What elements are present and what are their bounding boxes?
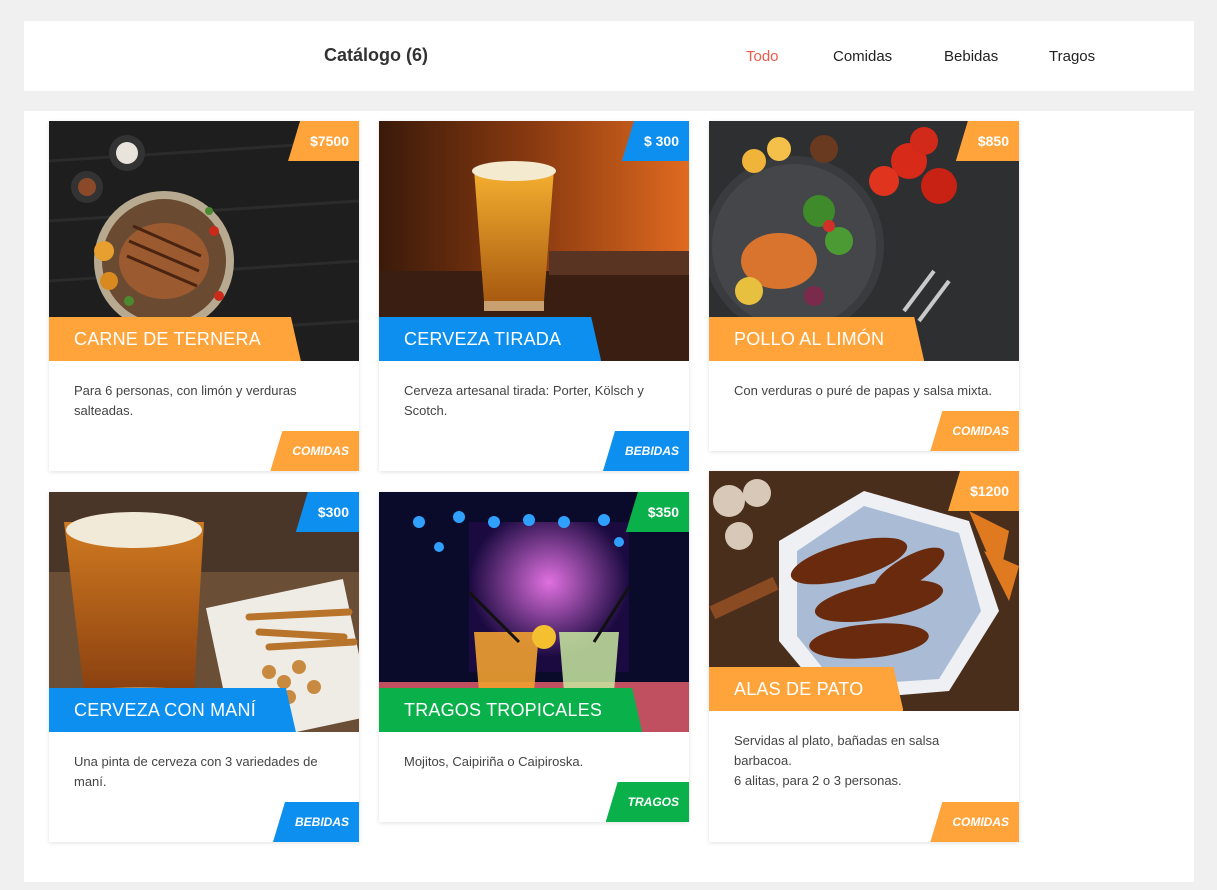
product-name: ALAS DE PATO [709,667,903,711]
category-badge[interactable]: COMIDAS [930,411,1019,451]
filter-todo[interactable]: Todo [746,48,779,65]
product-description: Mojitos, Caipiriña o Caipiroska. [379,732,689,772]
product-image: $ 300 CERVEZA TIRADA [379,121,689,361]
filter-tragos[interactable]: Tragos [1049,48,1095,65]
description-line: Mojitos, Caipiriña o Caipiroska. [404,754,584,769]
filter-nav: Todo Comidas Bebidas Tragos [24,48,1194,68]
product-card[interactable]: $7500 CARNE DE TERNERA Para 6 personas, … [49,121,359,471]
price-badge: $1200 [948,471,1019,511]
product-card[interactable]: $350 TRAGOS TROPICALES Mojitos, Caipiriñ… [379,492,689,822]
description-line: Con verduras o puré de papas y salsa mix… [734,383,992,398]
category-badge[interactable]: COMIDAS [270,431,359,471]
description-line: Cerveza artesanal tirada: Porter, Kölsch… [404,383,644,398]
description-line: Una pinta de cerveza con 3 variedades de [74,754,318,769]
product-card[interactable]: $1200 ALAS DE PATO Servidas al plato, ba… [709,471,1019,842]
product-image: $1200 ALAS DE PATO [709,471,1019,711]
product-name: POLLO AL LIMÓN [709,317,924,361]
product-description: Servidas al plato, bañadas en salsa barb… [709,711,1019,791]
product-name: CARNE DE TERNERA [49,317,301,361]
filter-comidas[interactable]: Comidas [833,48,892,65]
product-name: CERVEZA CON MANÍ [49,688,296,732]
product-description: Con verduras o puré de papas y salsa mix… [709,361,1019,401]
description-line: Scotch. [404,403,448,418]
product-description: Para 6 personas, con limón y verduras sa… [49,361,359,421]
product-card[interactable]: $300 CERVEZA CON MANÍ Una pinta de cerve… [49,492,359,842]
product-image: $300 CERVEZA CON MANÍ [49,492,359,732]
category-badge[interactable]: TRAGOS [605,782,689,822]
category-badge[interactable]: BEBIDAS [602,431,689,471]
price-badge: $7500 [288,121,359,161]
product-description: Cerveza artesanal tirada: Porter, Kölsch… [379,361,689,421]
description-line: barbacoa. [734,753,792,768]
category-badge[interactable]: BEBIDAS [272,802,359,842]
description-line: salteadas. [74,403,134,418]
product-image: $7500 CARNE DE TERNERA [49,121,359,361]
product-card[interactable]: $ 300 CERVEZA TIRADA Cerveza artesanal t… [379,121,689,471]
category-badge[interactable]: COMIDAS [930,802,1019,842]
product-name: CERVEZA TIRADA [379,317,601,361]
description-line: 6 alitas, para 2 o 3 personas. [734,773,902,788]
description-line: maní. [74,774,107,789]
description-line: Servidas al plato, bañadas en salsa [734,733,940,748]
product-description: Una pinta de cerveza con 3 variedades de… [49,732,359,792]
product-name: TRAGOS TROPICALES [379,688,642,732]
product-card[interactable]: $850 POLLO AL LIMÓN Con verduras o puré … [709,121,1019,451]
product-image: $350 TRAGOS TROPICALES [379,492,689,732]
filter-bebidas[interactable]: Bebidas [944,48,998,65]
description-line: Para 6 personas, con limón y verduras [74,383,297,398]
product-image: $850 POLLO AL LIMÓN [709,121,1019,361]
catalog-header: Catálogo (6) Todo Comidas Bebidas Tragos [24,21,1194,91]
